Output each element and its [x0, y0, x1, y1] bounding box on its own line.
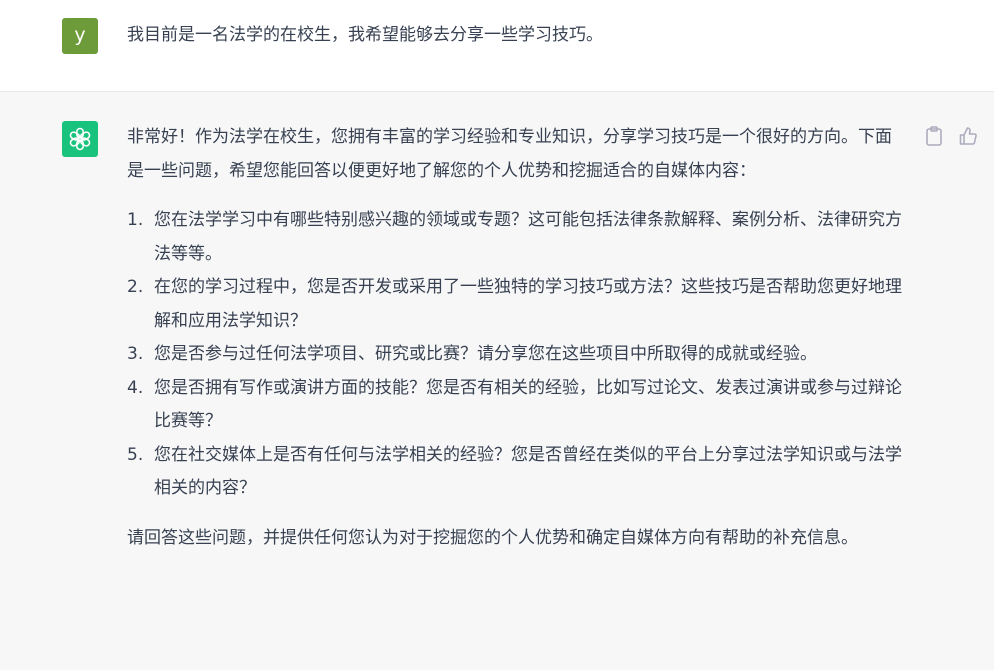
question-number: 1. — [127, 210, 144, 230]
message-actions — [924, 126, 978, 146]
question-text: 您是否参与过任何法学项目、研究或比赛？请分享您在这些项目中所取得的成就或经验。 — [154, 344, 817, 364]
question-item-4: 4. 您是否拥有写作或演讲方面的技能？您是否有相关的经验，比如写过论文、发表过演… — [127, 372, 907, 439]
assistant-intro: 非常好！作为法学在校生，您拥有丰富的学习经验和专业知识，分享学习技巧是一个很好的… — [127, 127, 892, 181]
question-number: 3. — [127, 344, 144, 364]
openai-logo-icon — [69, 127, 91, 151]
question-text: 您在社交媒体上是否有任何与法学相关的经验？您是否曾经在类似的平台上分享过法学知识… — [154, 444, 902, 499]
thumbs-up-icon — [959, 127, 977, 145]
question-item-2: 2. 在您的学习过程中，您是否开发或采用了一些独特的学习技巧或方法？这些技巧是否… — [127, 271, 907, 338]
question-item-3: 3. 您是否参与过任何法学项目、研究或比赛？请分享您在这些项目中所取得的成就或经… — [127, 338, 907, 372]
question-text: 您是否拥有写作或演讲方面的技能？您是否有相关的经验，比如写过论文、发表过演讲或参… — [154, 377, 902, 432]
question-number: 4. — [127, 377, 144, 398]
user-message-text: 我目前是一名法学的在校生，我希望能够去分享一些学习技巧。 — [127, 25, 603, 45]
user-avatar: y — [62, 18, 98, 54]
question-list: 1. 您在法学学习中有哪些特别感兴趣的领域或专题？这可能包括法律条款解释、案例分… — [127, 204, 907, 506]
question-item-1: 1. 您在法学学习中有哪些特别感兴趣的领域或专题？这可能包括法律条款解释、案例分… — [127, 204, 907, 271]
question-number: 2. — [127, 277, 144, 297]
assistant-closing: 请回答这些问题，并提供任何您认为对于挖掘您的个人优势和确定自媒体方向有帮助的补充… — [127, 527, 858, 548]
assistant-message-row: 非常好！作为法学在校生，您拥有丰富的学习经验和专业知识，分享学习技巧是一个很好的… — [0, 92, 994, 670]
chat-thread: y 我目前是一名法学的在校生，我希望能够去分享一些学习技巧。 非常好！作为法学在… — [0, 0, 994, 670]
thumbs-up-button[interactable] — [958, 126, 978, 146]
copy-button[interactable] — [924, 126, 944, 146]
question-text: 您在法学学习中有哪些特别感兴趣的领域或专题？这可能包括法律条款解释、案例分析、法… — [154, 210, 902, 264]
user-message-row: y 我目前是一名法学的在校生，我希望能够去分享一些学习技巧。 — [0, 0, 994, 92]
assistant-avatar — [62, 121, 98, 157]
question-text: 在您的学习过程中，您是否开发或采用了一些独特的学习技巧或方法？这些技巧是否帮助您… — [154, 277, 902, 331]
question-item-5: 5. 您在社交媒体上是否有任何与法学相关的经验？您是否曾经在类似的平台上分享过法… — [127, 439, 907, 506]
question-number: 5. — [127, 444, 144, 465]
assistant-message-content: 非常好！作为法学在校生，您拥有丰富的学习经验和专业知识，分享学习技巧是一个很好的… — [127, 121, 907, 555]
clipboard-icon — [926, 126, 942, 146]
